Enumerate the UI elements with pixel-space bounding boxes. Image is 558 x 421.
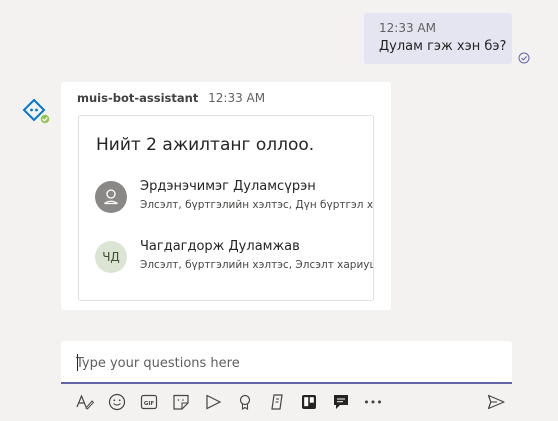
emoji-icon[interactable] xyxy=(107,392,127,412)
person-description: Элсэлт, бүртгэлийн хэлтэс, Дүн бүртгэл х… xyxy=(140,199,374,211)
person-icon xyxy=(95,181,127,213)
text-caret xyxy=(77,354,78,371)
meet-now-icon[interactable] xyxy=(203,392,223,412)
person-name: Эрдэнэчимэг Дуламсүрэн xyxy=(140,179,316,194)
user-message-time: 12:33 AM xyxy=(379,21,436,35)
compose-box[interactable] xyxy=(61,341,512,384)
read-receipt-icon xyxy=(518,49,530,64)
bot-message-header: muis-bot-assistant 12:33 AM xyxy=(77,91,265,105)
sticker-icon[interactable] xyxy=(171,392,191,412)
more-options-icon[interactable]: ••• xyxy=(363,392,383,412)
person-name: Чагдагдорж Дуламжав xyxy=(140,239,300,254)
person-item[interactable]: Эрдэнэчимэг Дуламсүрэн Элсэлт, бүртгэлий… xyxy=(95,178,374,218)
gif-icon[interactable]: GIF xyxy=(139,392,159,412)
praise-icon[interactable] xyxy=(235,392,255,412)
card-title: Нийт 2 ажилтанг оллоо. xyxy=(96,135,315,155)
trello-icon[interactable] xyxy=(299,392,319,412)
search-result-card: Нийт 2 ажилтанг оллоо. Эрдэнэчимэг Дулам… xyxy=(78,115,374,301)
send-icon[interactable] xyxy=(486,392,506,412)
user-message-text: Дулам гэж хэн бэ? xyxy=(379,39,507,54)
person-initials-avatar: ЧД xyxy=(95,241,127,273)
bot-message-bubble: muis-bot-assistant 12:33 AM Нийт 2 ажилт… xyxy=(61,82,391,310)
format-icon[interactable] xyxy=(75,392,95,412)
person-item[interactable]: ЧД Чагдагдорж Дуламжав Элсэлт, бүртгэлий… xyxy=(95,238,374,278)
bot-avatar-icon[interactable] xyxy=(22,98,52,126)
stream-icon[interactable] xyxy=(267,392,287,412)
svg-text:GIF: GIF xyxy=(144,401,155,407)
bot-sender-name: muis-bot-assistant xyxy=(77,91,199,105)
bot-message-time: 12:33 AM xyxy=(208,91,266,105)
user-message-bubble: 12:33 AM Дулам гэж хэн бэ? xyxy=(364,13,512,64)
message-extension-icon[interactable] xyxy=(331,392,351,412)
person-description: Элсэлт, бүртгэлийн хэлтэс, Элсэлт хариуц… xyxy=(140,259,374,271)
message-input[interactable] xyxy=(76,353,496,373)
